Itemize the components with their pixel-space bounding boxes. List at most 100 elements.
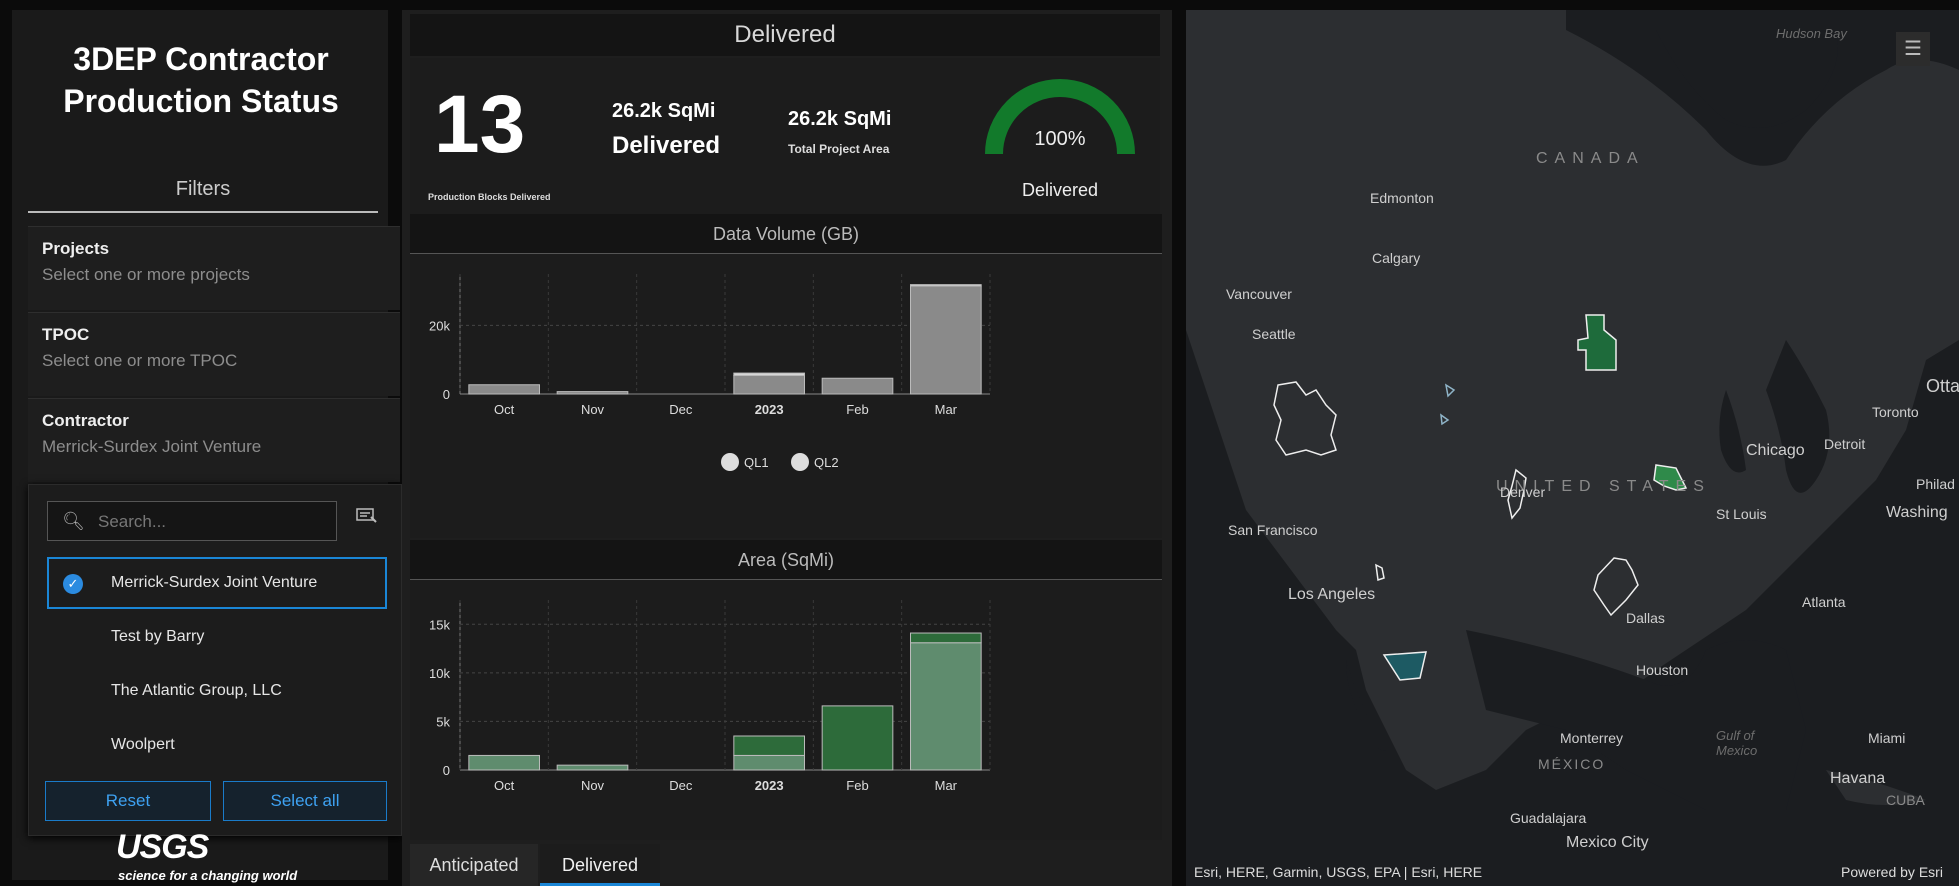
y-tick-label: 5k bbox=[436, 714, 450, 729]
projects-filter-label: Projects bbox=[42, 239, 110, 258]
map-label-houston: Houston bbox=[1636, 662, 1689, 678]
map-label-chicago: Chicago bbox=[1746, 442, 1805, 459]
usgs-logo: USGS science for a changing world bbox=[116, 828, 316, 886]
map-label-miami: Miami bbox=[1868, 730, 1906, 746]
dashboard-panel: Delivered 13 Production Blocks Delivered… bbox=[402, 10, 1574, 886]
map-label-toronto: Toronto bbox=[1872, 404, 1919, 420]
map-view[interactable]: Hudson Bay CANADA Edmonton Calgary Vanco… bbox=[1186, 10, 1959, 886]
bar-ql2 bbox=[821, 377, 894, 395]
bar-ql2 bbox=[556, 391, 629, 395]
option-label: Woolpert bbox=[111, 736, 175, 753]
bar-ql2 bbox=[733, 374, 806, 395]
x-tick-label: Oct bbox=[494, 778, 515, 793]
bar-ql2 bbox=[468, 754, 540, 771]
bar-ql1 bbox=[733, 372, 806, 376]
blocks-label: Production Blocks Delivered bbox=[428, 192, 551, 202]
x-tick-label: Nov bbox=[581, 402, 605, 417]
y-tick-label: 0 bbox=[443, 387, 450, 402]
bar-ql2 bbox=[910, 285, 982, 395]
search-placeholder: Search... bbox=[98, 512, 167, 531]
map-label-washington: Washing bbox=[1886, 504, 1948, 521]
bar-ql1 bbox=[910, 632, 982, 644]
y-tick-label: 20k bbox=[429, 318, 450, 333]
map-label-detroit: Detroit bbox=[1824, 436, 1866, 452]
legend-list-icon[interactable]: ☰ bbox=[1896, 32, 1930, 66]
bar-ql1 bbox=[910, 284, 982, 287]
check-icon: ✓ bbox=[63, 574, 83, 594]
map-label-seattle: Seattle bbox=[1252, 326, 1296, 342]
map-label-monterrey: Monterrey bbox=[1560, 730, 1624, 746]
contractor-filter-value: Merrick-Surdex Joint Venture bbox=[42, 437, 262, 456]
usgs-logo-text: USGS bbox=[116, 828, 209, 866]
map-label-canada: CANADA bbox=[1536, 150, 1645, 167]
bar-ql1 bbox=[733, 735, 806, 756]
map-label-dallas: Dallas bbox=[1626, 610, 1665, 626]
bar-ql2 bbox=[468, 384, 540, 395]
tpoc-filter[interactable]: TPOC Select one or more TPOC bbox=[28, 312, 400, 396]
tab-delivered[interactable]: Delivered bbox=[540, 844, 660, 886]
option-label: The Atlantic Group, LLC bbox=[111, 682, 282, 699]
select-all-button[interactable]: Select all bbox=[223, 781, 387, 821]
legend-swatch-ql1 bbox=[721, 453, 739, 471]
y-tick-label: 15k bbox=[429, 617, 450, 632]
bar-ql2 bbox=[733, 754, 806, 771]
legend-swatch-ql2 bbox=[791, 453, 809, 471]
map-label-mexico: MÉXICO bbox=[1538, 756, 1606, 772]
map-label-san-francisco: San Francisco bbox=[1228, 522, 1318, 538]
option-label: Test by Barry bbox=[111, 628, 205, 645]
option-woolpert[interactable]: Woolpert bbox=[47, 719, 387, 771]
search-icon: 🔍︎ bbox=[62, 511, 85, 531]
reset-button[interactable]: Reset bbox=[45, 781, 211, 821]
chart-title: Area (SqMi) bbox=[410, 540, 1162, 580]
x-tick-label: Dec bbox=[669, 402, 693, 417]
filter-list-icon[interactable] bbox=[355, 505, 379, 525]
option-label: Merrick-Surdex Joint Venture bbox=[111, 574, 318, 591]
tpoc-filter-placeholder: Select one or more TPOC bbox=[42, 351, 238, 370]
map-label-st-louis: St Louis bbox=[1716, 506, 1767, 522]
delivered-area-label: Delivered bbox=[612, 132, 721, 159]
gauge-value: 100% bbox=[1034, 128, 1086, 150]
area-chart: Area (SqMi) 0 5k 10k 15k Oct Nov Dec 2023 Feb Mar bbox=[410, 540, 1162, 840]
map-label-mexico-city: Mexico City bbox=[1566, 834, 1649, 851]
bar-ql2 bbox=[556, 764, 629, 771]
y-tick-label: 0 bbox=[443, 763, 450, 778]
tab-anticipated[interactable]: Anticipated bbox=[410, 844, 538, 886]
delivered-header: Delivered bbox=[410, 14, 1160, 56]
search-input[interactable]: 🔍︎ Search... bbox=[47, 501, 337, 541]
x-tick-label: Nov bbox=[581, 778, 605, 793]
map-label-havana: Havana bbox=[1830, 770, 1886, 787]
powered-by-esri[interactable]: Powered by Esri bbox=[1841, 864, 1943, 880]
map-label-ottawa: Otta bbox=[1926, 376, 1959, 396]
total-area-label: Total Project Area bbox=[788, 142, 890, 156]
x-tick-label: Mar bbox=[935, 402, 958, 417]
map-label-denver: Denver bbox=[1500, 484, 1546, 500]
x-tick-label: Oct bbox=[494, 402, 515, 417]
projects-filter[interactable]: Projects Select one or more projects bbox=[28, 226, 400, 310]
contractor-dropdown: 🔍︎ Search... ✓ Merrick-Surdex Joint Vent… bbox=[28, 484, 402, 836]
option-atlantic-group[interactable]: The Atlantic Group, LLC bbox=[47, 665, 387, 717]
legend-label: QL1 bbox=[744, 455, 769, 470]
map-label-atlanta: Atlanta bbox=[1802, 594, 1846, 610]
gauge-label: Delivered bbox=[1021, 180, 1099, 200]
map-label-calgary: Calgary bbox=[1372, 250, 1421, 266]
x-tick-label: Mar bbox=[935, 778, 958, 793]
map-label-los-angeles: Los Angeles bbox=[1288, 586, 1376, 603]
chart-title: Data Volume (GB) bbox=[410, 214, 1162, 254]
map-label-philadelphia: Philad bbox=[1916, 476, 1955, 492]
delivered-area-value: 26.2k SqMi bbox=[612, 100, 716, 122]
legend-label: QL2 bbox=[814, 455, 839, 470]
x-tick-label: 2023 bbox=[755, 778, 784, 793]
filter-panel: 3DEP Contractor Production Status Filter… bbox=[12, 10, 402, 883]
x-tick-label: 2023 bbox=[755, 402, 784, 417]
x-tick-label: Feb bbox=[846, 402, 868, 417]
option-test-by-barry[interactable]: Test by Barry bbox=[47, 611, 387, 663]
x-tick-label: Dec bbox=[669, 778, 693, 793]
app-title: 3DEP Contractor Production Status bbox=[63, 41, 339, 119]
tpoc-filter-label: TPOC bbox=[42, 325, 90, 344]
contractor-filter[interactable]: Contractor Merrick-Surdex Joint Venture bbox=[28, 398, 400, 482]
option-merrick-surdex[interactable]: ✓ Merrick-Surdex Joint Venture bbox=[47, 557, 387, 609]
map-label-hudson-bay: Hudson Bay bbox=[1776, 26, 1847, 41]
map-label-vancouver: Vancouver bbox=[1226, 286, 1292, 302]
contractor-filter-label: Contractor bbox=[42, 411, 129, 430]
view-tabs: Anticipated Delivered bbox=[410, 842, 1170, 886]
